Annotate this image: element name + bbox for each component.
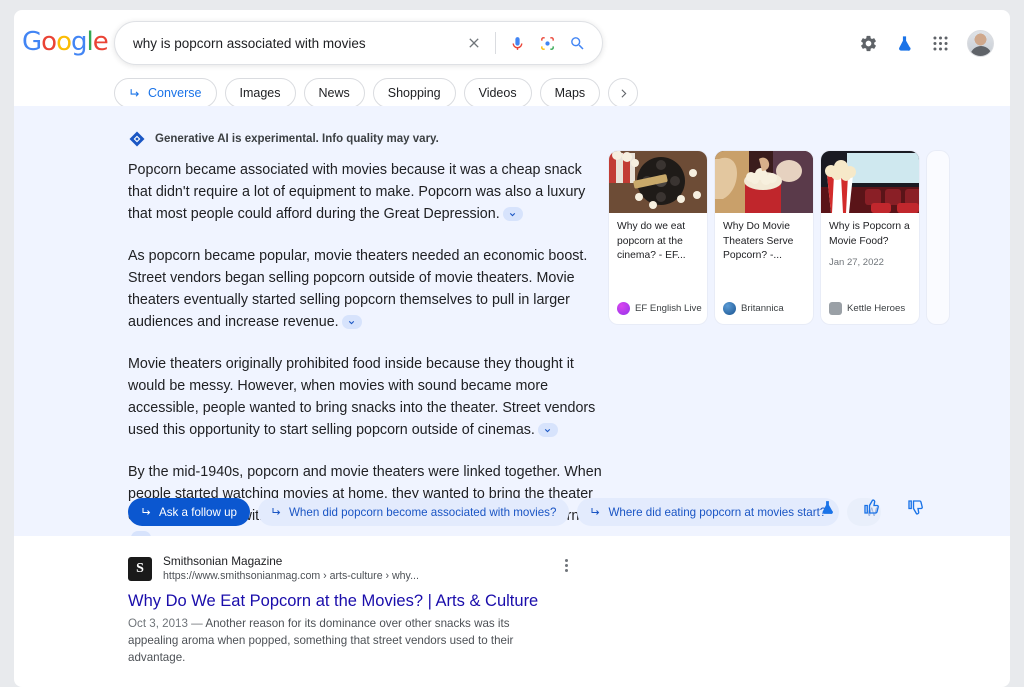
lens-icon[interactable] bbox=[532, 35, 562, 52]
search-submit-icon[interactable] bbox=[562, 35, 592, 52]
card-body: Why do we eat popcorn at the cinema? - E… bbox=[609, 213, 707, 264]
card-source-name: EF English Live bbox=[635, 303, 702, 314]
card-thumbnail-popcorn-reel bbox=[609, 151, 707, 213]
ask-follow-up-button[interactable]: Ask a follow up bbox=[128, 498, 250, 526]
card-body: Why is Popcorn a Movie Food? Jan 27, 202… bbox=[821, 213, 919, 268]
logo-letter-o2: o bbox=[56, 27, 72, 57]
search-header: Google why is popcorn associated with mo… bbox=[14, 10, 1010, 108]
ai-disclaimer: Generative AI is experimental. Info qual… bbox=[128, 130, 439, 148]
source-card-partial[interactable] bbox=[927, 151, 949, 324]
ai-feedback-icons bbox=[819, 498, 924, 516]
filter-chips-more-button[interactable] bbox=[608, 78, 639, 108]
expand-chevron-icon-2[interactable] bbox=[341, 315, 362, 330]
sparkle-diamond-icon bbox=[129, 131, 145, 147]
filter-chip-label: Maps bbox=[554, 86, 586, 100]
ai-paragraph-1: Popcorn became associated with movies be… bbox=[128, 159, 603, 225]
microphone-icon[interactable] bbox=[502, 35, 532, 52]
result-url: https://www.smithsonianmag.com › arts-cu… bbox=[163, 570, 419, 582]
card-date: Jan 27, 2022 bbox=[829, 257, 884, 268]
filter-chip-label: Images bbox=[239, 86, 281, 100]
labs-flask-icon[interactable] bbox=[819, 499, 836, 516]
logo-letter-e: e bbox=[92, 27, 109, 57]
filter-chip-videos[interactable]: Videos bbox=[463, 78, 532, 108]
ai-overview-panel: Generative AI is experimental. Info qual… bbox=[14, 106, 1010, 546]
followup-label: When did popcorn become associated with … bbox=[288, 505, 557, 519]
clear-icon[interactable] bbox=[459, 35, 489, 51]
card-source-name: Kettle Heroes bbox=[847, 303, 906, 314]
logo-letter-G: G bbox=[22, 27, 42, 57]
filter-chip-label: News bbox=[318, 86, 350, 100]
kettle-heroes-favicon bbox=[829, 302, 842, 315]
search-result-item: Kettle Heroes https://kettleheroes.com ›… bbox=[14, 680, 1010, 687]
apps-grid-icon[interactable] bbox=[931, 34, 950, 53]
filter-chip-maps[interactable]: Maps bbox=[539, 78, 601, 108]
logo-letter-o1: o bbox=[41, 27, 57, 57]
user-avatar[interactable] bbox=[967, 30, 994, 57]
ai-disclaimer-text: Generative AI is experimental. Info qual… bbox=[155, 133, 439, 145]
card-title: Why Do Movie Theaters Serve Popcorn? -..… bbox=[723, 221, 794, 261]
search-divider bbox=[495, 32, 496, 54]
expand-chevron-icon-1[interactable] bbox=[502, 207, 523, 222]
card-source: Kettle Heroes bbox=[829, 302, 905, 315]
card-source-name: Britannica bbox=[741, 303, 784, 314]
converse-arrow-icon bbox=[130, 88, 139, 97]
card-thumbnail-theater-bucket bbox=[715, 151, 813, 213]
filter-chip-converse[interactable]: Converse bbox=[114, 78, 217, 108]
followup-chip-when[interactable]: When did popcorn become associated with … bbox=[257, 498, 570, 526]
google-logo[interactable]: Google bbox=[22, 27, 109, 57]
result-title-link[interactable]: Why Do We Eat Popcorn at the Movies? | A… bbox=[128, 590, 1010, 612]
followup-chip-where[interactable]: Where did eating popcorn at movies start… bbox=[577, 498, 840, 526]
ef-favicon bbox=[617, 302, 630, 315]
header-icons bbox=[859, 30, 994, 57]
followup-chips: Ask a follow up When did popcorn become … bbox=[128, 498, 882, 526]
result-snippet: Oct 3, 2013 — Another reason for its dom… bbox=[128, 615, 548, 666]
google-search-page: Google why is popcorn associated with mo… bbox=[0, 0, 1024, 687]
result-options-menu[interactable] bbox=[557, 556, 575, 574]
thumb-up-icon[interactable] bbox=[862, 498, 880, 516]
britannica-favicon bbox=[723, 302, 736, 315]
filter-chip-images[interactable]: Images bbox=[224, 78, 296, 108]
source-card[interactable]: Why Do Movie Theaters Serve Popcorn? -..… bbox=[715, 151, 813, 324]
card-body: Why Do Movie Theaters Serve Popcorn? -..… bbox=[715, 213, 813, 264]
source-card[interactable]: Why do we eat popcorn at the cinema? - E… bbox=[609, 151, 707, 324]
followup-label: Ask a follow up bbox=[159, 505, 237, 519]
ai-paragraph-2: As popcorn became popular, movie theater… bbox=[128, 245, 603, 333]
smithsonian-favicon: S bbox=[128, 557, 152, 581]
search-bar[interactable] bbox=[114, 21, 603, 65]
search-input[interactable] bbox=[133, 35, 459, 51]
search-result-item: S Smithsonian Magazine https://www.smith… bbox=[14, 536, 1010, 666]
followup-label: Where did eating popcorn at movies start… bbox=[608, 505, 827, 519]
card-thumbnail-cinema-seats bbox=[821, 151, 919, 213]
thumb-down-icon[interactable] bbox=[906, 498, 924, 516]
labs-flask-icon[interactable] bbox=[895, 34, 914, 53]
followup-arrow-icon bbox=[142, 508, 151, 515]
followup-arrow-icon bbox=[272, 508, 281, 515]
filter-chip-label: Converse bbox=[148, 86, 202, 100]
filter-chip-label: Videos bbox=[478, 86, 517, 100]
ai-paragraph-3: Movie theaters originally prohibited foo… bbox=[128, 353, 603, 441]
result-header: Kettle Heroes https://kettleheroes.com ›… bbox=[128, 680, 1010, 687]
filter-chip-shopping[interactable]: Shopping bbox=[372, 78, 456, 108]
followup-arrow-icon bbox=[591, 508, 600, 515]
logo-letter-g: g bbox=[71, 27, 87, 57]
chevron-right-icon bbox=[621, 88, 627, 98]
card-source: Britannica bbox=[723, 302, 784, 315]
settings-gear-icon[interactable] bbox=[859, 34, 878, 53]
filter-chip-label: Shopping bbox=[387, 86, 441, 100]
result-snippet-date: Oct 3, 2013 — bbox=[128, 617, 203, 630]
filter-chip-news[interactable]: News bbox=[303, 78, 365, 108]
card-title: Why is Popcorn a Movie Food? bbox=[829, 221, 910, 247]
source-card[interactable]: Why is Popcorn a Movie Food? Jan 27, 202… bbox=[821, 151, 919, 324]
expand-chevron-icon-3[interactable] bbox=[537, 423, 558, 438]
ai-paragraph-text: Movie theaters originally prohibited foo… bbox=[128, 356, 596, 438]
card-source: EF English Live bbox=[617, 302, 702, 315]
card-title: Why do we eat popcorn at the cinema? - E… bbox=[617, 221, 686, 261]
filter-chips-row: Converse Images News Shopping Videos Map… bbox=[114, 78, 639, 108]
ai-source-cards: Why do we eat popcorn at the cinema? - E… bbox=[609, 151, 949, 324]
result-site-name: Smithsonian Magazine bbox=[163, 554, 283, 568]
search-results: S Smithsonian Magazine https://www.smith… bbox=[14, 536, 1010, 687]
